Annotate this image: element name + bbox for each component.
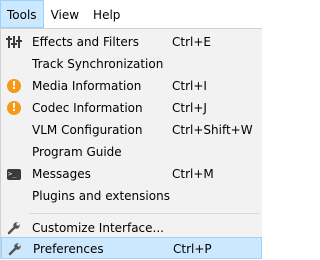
menu-view[interactable]: View: [44, 0, 86, 28]
info-icon: !: [6, 100, 22, 116]
menu-item-label: Program Guide: [32, 145, 122, 159]
menu-item-label: Preferences: [33, 242, 104, 256]
menu-item-label: Messages: [32, 167, 91, 181]
menu-item-label: Media Information: [32, 79, 142, 93]
menu-item-program-guide[interactable]: Program Guide: [1, 141, 262, 163]
menu-item-codec-information[interactable]: ! Codec Information Ctrl+J: [1, 97, 262, 119]
menu-item-label: VLM Configuration: [32, 123, 143, 137]
wrench-icon: [6, 220, 22, 236]
menu-item-label: Customize Interface...: [32, 221, 164, 235]
menu-item-label: Codec Information: [32, 101, 143, 115]
sliders-icon: [6, 34, 22, 50]
menu-item-shortcut: Ctrl+P: [173, 242, 212, 256]
info-icon: !: [6, 78, 22, 94]
wrench-icon: [7, 241, 23, 257]
menu-tools[interactable]: Tools: [0, 0, 44, 28]
menu-item-effects-and-filters[interactable]: Effects and Filters Ctrl+E: [1, 31, 262, 53]
menu-item-shortcut: Ctrl+J: [172, 101, 207, 115]
menu-item-preferences[interactable]: Preferences Ctrl+P: [1, 237, 262, 259]
menu-item-shortcut: Ctrl+Shift+W: [172, 123, 253, 137]
menu-item-shortcut: Ctrl+M: [172, 167, 214, 181]
menu-item-vlm-configuration[interactable]: VLM Configuration Ctrl+Shift+W: [1, 119, 262, 141]
menu-bar: Tools View Help: [0, 0, 262, 28]
menu-item-label: Effects and Filters: [32, 35, 139, 49]
menu-item-label: Plugins and extensions: [32, 189, 170, 203]
menu-item-track-synchronization[interactable]: Track Synchronization: [1, 53, 262, 75]
terminal-icon: >_: [6, 166, 22, 182]
menu-item-shortcut: Ctrl+I: [172, 79, 207, 93]
menu-item-shortcut: Ctrl+E: [172, 35, 211, 49]
menu-item-customize-interface[interactable]: Customize Interface...: [1, 217, 262, 239]
menu-help[interactable]: Help: [86, 0, 127, 28]
menu-separator: [29, 213, 259, 214]
menu-item-label: Track Synchronization: [32, 57, 164, 71]
menu-item-messages[interactable]: >_ Messages Ctrl+M: [1, 163, 262, 185]
menu-item-media-information[interactable]: ! Media Information Ctrl+I: [1, 75, 262, 97]
menu-item-plugins-and-extensions[interactable]: Plugins and extensions: [1, 185, 262, 207]
tools-dropdown-menu: Effects and Filters Ctrl+E Track Synchro…: [0, 28, 262, 259]
